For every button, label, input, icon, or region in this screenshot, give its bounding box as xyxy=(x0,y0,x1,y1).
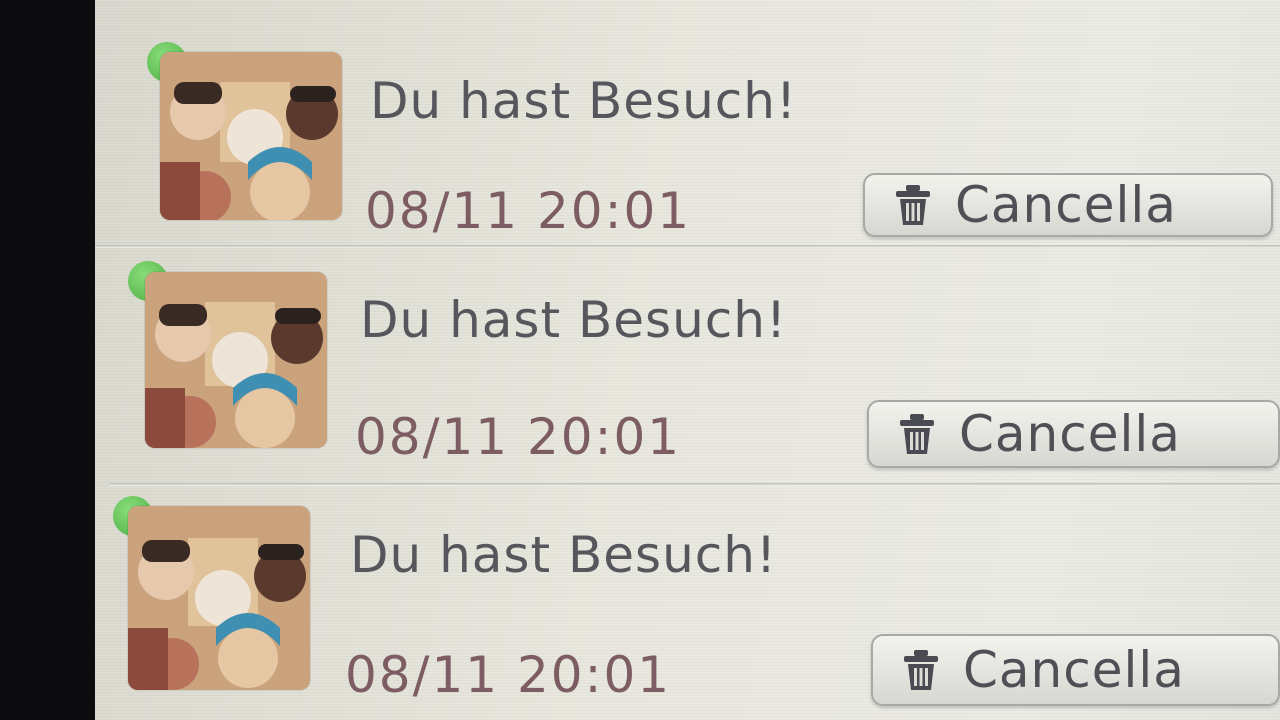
delete-button-label: Cancella xyxy=(959,405,1181,463)
notification-item[interactable]: Du hast Besuch! 08/11 20:01 Cancella xyxy=(95,258,1280,486)
delete-button[interactable]: Cancella xyxy=(867,400,1280,468)
delete-button[interactable]: Cancella xyxy=(871,634,1280,706)
mii-group-thumbnail xyxy=(145,272,327,448)
delete-button[interactable]: Cancella xyxy=(863,173,1273,237)
notification-timestamp: 08/11 20:01 xyxy=(355,408,682,466)
mii-group-thumbnail xyxy=(160,52,342,220)
mii-group-thumbnail xyxy=(128,506,310,690)
notification-timestamp: 08/11 20:01 xyxy=(365,182,692,240)
notification-screen: Du hast Besuch! 08/11 20:01 Cancella Du … xyxy=(95,0,1280,720)
trash-icon xyxy=(900,414,934,454)
delete-button-label: Cancella xyxy=(963,641,1185,699)
trash-icon xyxy=(904,650,938,690)
mii-faces-image xyxy=(128,506,310,690)
notification-item[interactable]: Du hast Besuch! 08/11 20:01 Cancella xyxy=(95,0,1280,248)
mii-faces-image xyxy=(160,52,342,220)
notification-title: Du hast Besuch! xyxy=(370,72,797,130)
trash-icon xyxy=(896,185,930,225)
notification-title: Du hast Besuch! xyxy=(360,291,787,349)
notification-title: Du hast Besuch! xyxy=(350,526,777,584)
mii-faces-image xyxy=(145,272,327,448)
row-divider xyxy=(95,245,1280,248)
notification-timestamp: 08/11 20:01 xyxy=(345,646,672,704)
row-divider xyxy=(110,483,1280,486)
delete-button-label: Cancella xyxy=(955,176,1177,234)
notification-item[interactable]: Du hast Besuch! 08/11 20:01 Cancella xyxy=(95,488,1280,716)
